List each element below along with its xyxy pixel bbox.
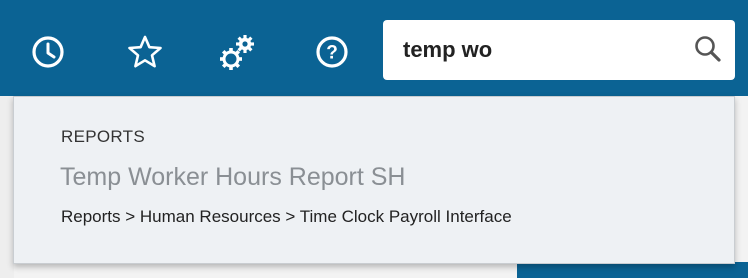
section-heading-reports: REPORTS xyxy=(61,127,145,146)
app-canvas: ? REPORTS Temp Worker Hours Report SH Re… xyxy=(0,0,748,278)
help-icon: ? xyxy=(316,36,348,68)
search-result-path: Reports > Human Resources > Time Clock P… xyxy=(61,207,512,226)
search-results-dropdown: REPORTS Temp Worker Hours Report SH Repo… xyxy=(13,96,735,264)
search-result-title[interactable]: Temp Worker Hours Report SH xyxy=(60,163,405,192)
settings-button[interactable] xyxy=(212,26,264,78)
favorites-button[interactable] xyxy=(119,26,171,78)
svg-text:?: ? xyxy=(326,43,338,64)
search-icon[interactable] xyxy=(693,34,723,64)
gears-icon xyxy=(220,35,254,70)
background-accent xyxy=(517,262,748,278)
background-panel xyxy=(0,96,14,278)
history-icon xyxy=(32,36,64,68)
top-toolbar: ? xyxy=(0,0,748,96)
search-input[interactable] xyxy=(403,32,673,68)
search-box xyxy=(383,20,735,80)
history-button[interactable] xyxy=(22,26,74,78)
star-icon xyxy=(128,35,162,68)
help-button[interactable]: ? xyxy=(306,26,358,78)
